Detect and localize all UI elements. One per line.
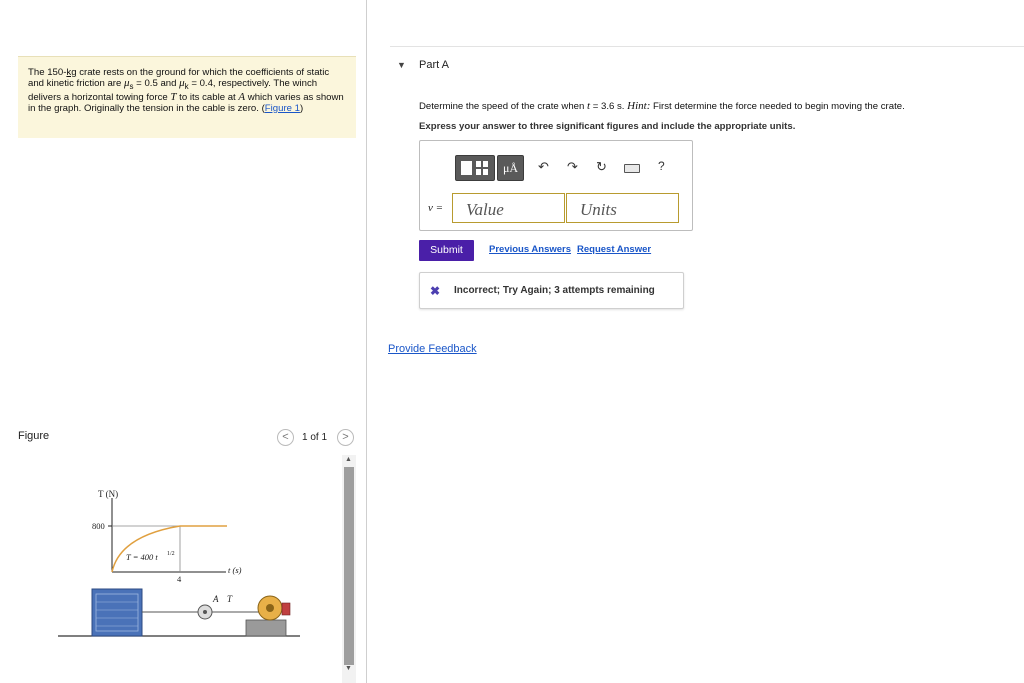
- feedback-text: Incorrect; Try Again; 3 attempts remaini…: [454, 285, 655, 296]
- pulley-hub: [203, 610, 207, 614]
- help-icon[interactable]: ?: [658, 159, 665, 173]
- pane-divider[interactable]: [366, 0, 367, 683]
- value-input[interactable]: [452, 193, 565, 223]
- tension-graph: T (N) 800 4 t (s) T = 400 t 1/2: [92, 489, 242, 584]
- force-t-label: T: [227, 594, 233, 604]
- crate: [91, 588, 143, 637]
- mass-unit: kg: [66, 67, 77, 78]
- reset-icon[interactable]: ↻: [596, 159, 607, 175]
- units-button[interactable]: μÅ: [497, 155, 524, 181]
- y-axis-label: T (N): [98, 489, 118, 499]
- answer-panel: μÅ ↶ ↷ ↻ ? v =: [419, 140, 693, 231]
- equation-label: T = 400 t: [126, 552, 158, 562]
- undo-icon[interactable]: ↶: [538, 159, 549, 175]
- incorrect-x-icon: ✖: [430, 284, 441, 298]
- provide-feedback-link[interactable]: Provide Feedback: [388, 343, 477, 355]
- previous-figure-button[interactable]: <: [277, 429, 294, 446]
- feedback-message-box: ✖ Incorrect; Try Again; 3 attempts remai…: [419, 272, 684, 309]
- templates-button[interactable]: [455, 155, 495, 181]
- previous-answers-link[interactable]: Previous Answers: [489, 244, 571, 255]
- point-a-label: A: [212, 594, 219, 604]
- winch-base: [245, 619, 287, 637]
- crate-winch-scene: A T: [58, 588, 300, 637]
- problem-statement: The 150-kg crate rests on the ground for…: [18, 56, 356, 138]
- variable-label: v =: [428, 202, 444, 214]
- part-divider: [390, 46, 1024, 47]
- part-title[interactable]: Part A: [419, 59, 449, 71]
- hint-label: Hint:: [627, 100, 651, 112]
- collapse-toggle-icon[interactable]: ▼: [397, 60, 406, 70]
- redo-icon[interactable]: ↷: [567, 159, 578, 175]
- problem-text: ): [299, 102, 304, 114]
- figure-scrollbar-thumb[interactable]: [344, 467, 354, 665]
- keyboard-icon[interactable]: [624, 164, 640, 173]
- figure-image: T (N) 800 4 t (s) T = 400 t 1/2 A T: [58, 489, 300, 637]
- problem-text: = 0.5 and: [133, 78, 180, 89]
- winch-axle: [266, 604, 274, 612]
- winch-motor: [281, 602, 291, 616]
- figure-link[interactable]: Figure 1: [265, 103, 300, 114]
- answer-instruction: Express your answer to three significant…: [419, 121, 796, 132]
- submit-button[interactable]: Submit: [419, 240, 474, 261]
- problem-text: to its cable at: [176, 91, 239, 103]
- question-text: Determine the speed of the crate when t …: [419, 100, 905, 112]
- tension-curve: [111, 525, 181, 573]
- next-figure-button[interactable]: >: [337, 429, 354, 446]
- x-tick-label: 4: [177, 574, 182, 584]
- figure-heading: Figure: [18, 430, 50, 442]
- question-segment: Determine the speed of the crate when: [419, 101, 587, 112]
- figure-counter: 1 of 1: [302, 432, 328, 443]
- equation-exponent: 1/2: [167, 551, 175, 557]
- scroll-down-arrow-icon[interactable]: ▼: [345, 665, 352, 672]
- x-axis-label: t (s): [228, 565, 242, 575]
- request-answer-link[interactable]: Request Answer: [577, 244, 651, 255]
- question-segment: First determine the force needed to begi…: [650, 101, 905, 112]
- y-tick-label: 800: [92, 521, 105, 531]
- scroll-up-arrow-icon[interactable]: ▲: [345, 456, 352, 463]
- question-segment: = 3.6 s.: [590, 101, 628, 112]
- templates-icon: [461, 161, 488, 175]
- problem-text: The 150-: [28, 67, 67, 78]
- units-input[interactable]: [566, 193, 679, 223]
